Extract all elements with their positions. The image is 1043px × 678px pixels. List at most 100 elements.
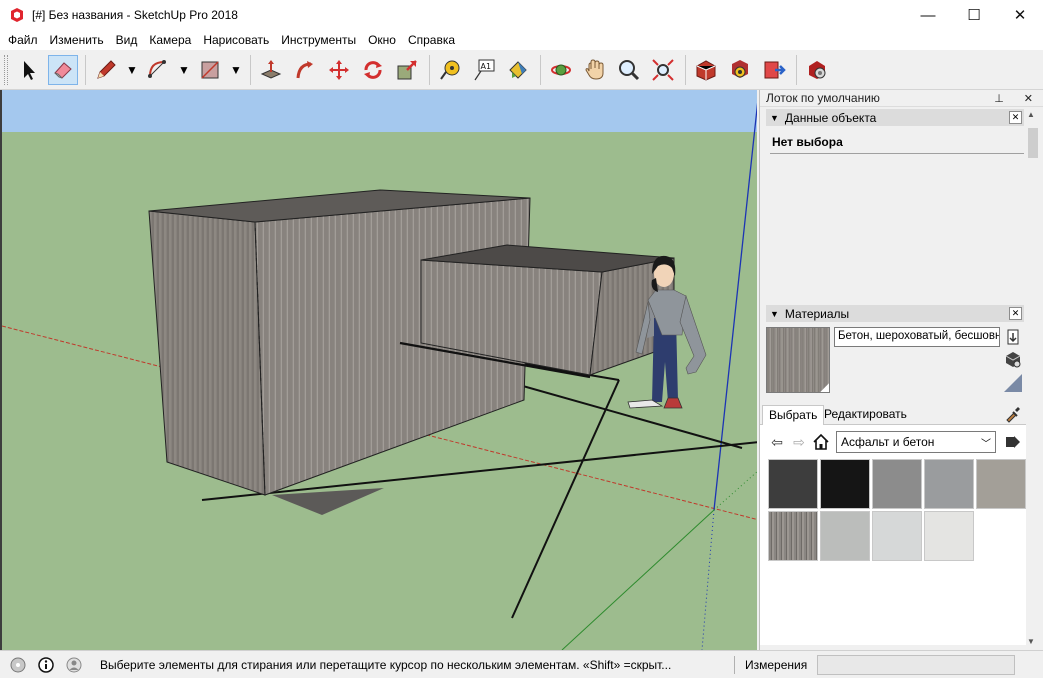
sketchup-logo-icon [11,8,23,22]
menu-camera[interactable]: Камера [143,30,197,50]
select-tool-button[interactable] [14,55,44,85]
material-swatch[interactable] [976,459,1026,509]
zoom-magnifier-icon [619,59,640,80]
scroll-down-icon[interactable]: ▼ [1027,637,1035,646]
pin-icon[interactable]: ⊥ [994,92,1004,105]
title-bar: [#] Без названия - SketchUp Pro 2018 — ☐… [0,0,1043,30]
maximize-button[interactable]: ☐ [951,0,997,30]
scale-tool-button[interactable] [392,55,422,85]
forward-arrow-icon[interactable]: ⇨ [788,431,810,453]
sample-paint-icon[interactable] [1004,350,1022,368]
credits-status[interactable] [36,655,56,675]
toolbar-separator [429,54,430,85]
scroll-up-icon[interactable]: ▲ [1027,110,1035,119]
orbit-tool-button[interactable] [546,55,576,85]
pencil-dropdown[interactable]: ▼ [125,55,139,85]
tab-select[interactable]: Выбрать [762,405,825,425]
material-swatch[interactable] [820,459,870,509]
zoom-tool-button[interactable] [614,55,644,85]
scrollbar-thumb[interactable] [1028,128,1038,158]
push-pull-icon [260,59,282,79]
material-swatch[interactable] [768,511,818,561]
menu-help[interactable]: Справка [402,30,461,50]
entity-info-panel: ▼ Данные объекта ✕ Нет выбора [760,108,1030,298]
panel-close-icon[interactable]: ✕ [1009,307,1022,320]
entity-info-header[interactable]: ▼ Данные объекта ✕ [766,109,1024,126]
create-material-icon[interactable] [1004,328,1022,346]
pan-tool-button[interactable] [580,55,610,85]
menu-tools[interactable]: Инструменты [275,30,362,50]
status-bar: Выберите элементы для стирания или перет… [0,650,1043,678]
tray-title-bar: Лоток по умолчанию ⊥ ✕ [760,90,1043,107]
rectangle-tool-button[interactable] [195,55,225,85]
rectangle-icon [201,60,219,79]
material-swatch[interactable] [924,459,974,509]
materials-header[interactable]: ▼ Материалы ✕ [766,305,1024,322]
material-swatch[interactable] [768,459,818,509]
svg-text:A1: A1 [481,62,492,71]
follow-me-tool-button[interactable] [290,55,320,85]
menu-edit[interactable]: Изменить [44,30,110,50]
details-arrow-icon[interactable] [1002,431,1024,453]
tray-scrollbar[interactable]: ▲ ▼ [1026,108,1040,648]
rotate-tool-button[interactable] [358,55,388,85]
tape-measure-tool-button[interactable] [435,55,465,85]
chevron-down-icon: ﹀ [981,438,991,450]
move-icon [329,59,349,80]
material-swatch[interactable] [872,511,922,561]
toolbar-separator [250,54,251,85]
material-name-field[interactable]: Бетон, шероховатый, бесшовн [834,327,1000,347]
eyedropper-icon[interactable] [1004,405,1022,423]
measurements-label: Измерения [745,657,808,672]
tape-measure-icon [440,60,460,80]
info-icon [38,656,54,673]
extension-warehouse-tool-button[interactable] [725,55,755,85]
collapse-arrow-icon[interactable]: ▼ [770,113,779,123]
tab-edit[interactable]: Редактировать [818,405,913,425]
menu-draw[interactable]: Нарисовать [197,30,275,50]
extension-warehouse-icon [732,59,748,78]
drawing-viewport[interactable] [0,90,757,650]
pencil-icon [97,59,116,79]
menu-view[interactable]: Вид [110,30,144,50]
3d-scene[interactable] [2,90,757,650]
arc-dropdown[interactable]: ▼ [177,55,191,85]
zoom-extents-tool-button[interactable] [648,55,678,85]
window-controls: — ☐ ✕ [905,0,1043,30]
layout-icon [764,61,786,78]
collapse-arrow-icon[interactable]: ▼ [770,309,779,319]
material-browser: ⇦ ⇨ Асфальт и бетон ﹀ [760,425,1030,645]
menu-window[interactable]: Окно [362,30,402,50]
move-tool-button[interactable] [324,55,354,85]
eraser-tool-button[interactable] [48,54,78,85]
minimize-button[interactable]: — [905,0,951,30]
text-tool-button[interactable]: A1 [469,55,499,85]
3d-warehouse-tool-button[interactable] [691,55,721,85]
eraser-icon [54,61,72,79]
material-preview-swatch[interactable] [766,327,830,393]
home-icon[interactable] [810,431,832,453]
material-swatch[interactable] [872,459,922,509]
geolocation-status[interactable] [8,655,28,675]
tray-close-icon[interactable]: ✕ [1024,92,1033,105]
rectangle-dropdown[interactable]: ▼ [229,55,243,85]
toolbar-separator [540,54,541,85]
panel-close-icon[interactable]: ✕ [1009,111,1022,124]
push-pull-tool-button[interactable] [256,55,286,85]
close-button[interactable]: ✕ [997,0,1043,30]
material-swatch[interactable] [820,511,870,561]
collection-dropdown[interactable]: Асфальт и бетон ﹀ [836,431,996,453]
measurements-input[interactable] [817,654,1016,675]
extension-manager-tool-button[interactable] [802,55,832,85]
arc-tool-button[interactable] [143,55,173,85]
toolbar-grip[interactable] [4,54,8,85]
material-swatch[interactable] [924,511,974,561]
menu-file[interactable]: Файл [2,30,44,50]
account-status[interactable] [64,655,84,675]
send-to-layout-tool-button[interactable] [759,55,789,85]
pencil-tool-button[interactable] [91,55,121,85]
paint-bucket-tool-button[interactable] [503,55,533,85]
texture-corner-icon[interactable] [1004,374,1022,392]
back-arrow-icon[interactable]: ⇦ [766,431,788,453]
sketchup-window: [#] Без названия - SketchUp Pro 2018 — ☐… [0,0,1043,678]
